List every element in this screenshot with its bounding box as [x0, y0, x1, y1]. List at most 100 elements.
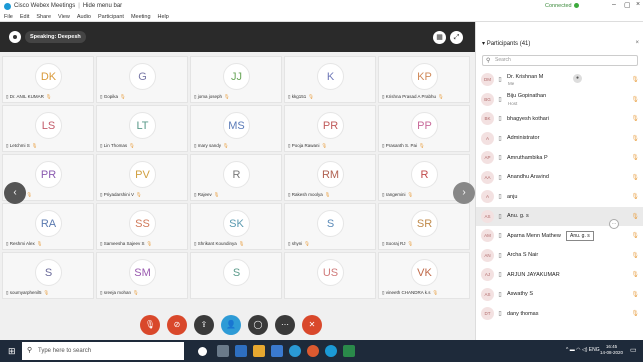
video-tile[interactable]: PR ▯ Pooja Rawani 🎙 [284, 105, 376, 152]
speaker-bar: Speaking: Deepesh ▦ ⤢ [0, 22, 475, 52]
video-tile[interactable]: SK ▯ Shrikant Koundinya 🎙 [190, 203, 282, 250]
app-icon[interactable] [343, 345, 355, 357]
notifications-icon[interactable]: ▭ [630, 346, 637, 354]
participant-row[interactable]: AP ▯ Amruthambika P 🎙 [476, 148, 643, 168]
video-tile[interactable]: SR ▯ Sooraj RJ 🎙 [378, 203, 470, 250]
video-tile[interactable]: S ▯ soumyarphenil5 🎙 [2, 252, 94, 299]
menu-help[interactable]: Help [158, 14, 169, 20]
participant-row[interactable]: AA ▯ Anandhu Aravind 🎙 [476, 168, 643, 188]
participant-row[interactable]: DM ▯ Dr. Krishnan M Me 🎙 [476, 70, 643, 90]
video-tile[interactable]: RA ▯ Reshmi Alex 🎙 [2, 203, 94, 250]
mic-muted-icon[interactable]: 🎙 [631, 154, 639, 161]
store-icon[interactable] [271, 345, 283, 357]
windows-taskbar: ⊞ ⚲ Type here to search ^ ▬ ◠ ◁) ENG 16:4… [0, 340, 643, 362]
participant-row[interactable]: AN ▯ Archa S Nair 🎙 [476, 246, 643, 266]
start-windows-icon[interactable]: ⊞ [8, 346, 18, 356]
chrome-icon[interactable] [307, 345, 319, 357]
mic-muted-icon: 🎙 [238, 241, 245, 246]
video-tile[interactable]: S ▯ shyni 🎙 [284, 203, 376, 250]
participant-row[interactable]: BK ▯ bhagyesh kothari 🎙 [476, 109, 643, 129]
clock[interactable]: 16:45 14-08-2020 [600, 344, 623, 356]
video-tile[interactable]: MS ▯ mary sandy 🎙 [190, 105, 282, 152]
minimize-button[interactable]: – [612, 1, 616, 8]
video-tile[interactable]: R ▯ Rajeev 🎙 [190, 154, 282, 201]
hide-menu-bar-link[interactable]: Hide menu bar [83, 3, 122, 9]
video-tile[interactable]: S [190, 252, 282, 299]
task-view-icon[interactable] [217, 345, 229, 357]
participant-search-input[interactable]: ⚲ Search [482, 55, 638, 66]
participant-row[interactable]: A ▯ anju 🎙 [476, 187, 643, 207]
mic-muted-icon[interactable]: 🎙 [631, 193, 639, 200]
video-tile[interactable]: PP ▯ Prasanth S. Pai 🎙 [378, 105, 470, 152]
video-tile[interactable]: K ▯ kkg151 🎙 [284, 56, 376, 103]
video-tile[interactable]: PV ▯ Priyadarshini V 🎙 [96, 154, 188, 201]
chat-button[interactable]: ◯ [248, 315, 268, 335]
menu-participant[interactable]: Participant [98, 14, 124, 20]
mic-muted-icon[interactable]: 🎙 [631, 174, 639, 181]
menu-view[interactable]: View [58, 14, 70, 20]
video-tile[interactable]: LT ▯ Lin Thomas 🎙 [96, 105, 188, 152]
webex-logo-icon [4, 2, 11, 10]
participant-row[interactable]: DT ▯ dany thomas 🎙 [476, 304, 643, 324]
menu-share[interactable]: Share [36, 14, 51, 20]
participant-avatar: R [411, 161, 438, 188]
participant-row[interactable]: AJ ▯ ARJUN JAYAKUMAR 🎙 [476, 265, 643, 285]
participant-row[interactable]: BG ▯ Biju Gopinathan Host 🎙 [476, 90, 643, 110]
mic-muted-icon[interactable]: 🎙 [631, 76, 639, 83]
menu-file[interactable]: File [4, 14, 13, 20]
taskbar-search-input[interactable]: ⚲ Type here to search [22, 342, 184, 360]
share-button[interactable]: ⇪ [194, 315, 214, 335]
video-tile[interactable]: SS ▯ Sameesha Sajeev S 🎙 [96, 203, 188, 250]
device-icon: ▯ [498, 213, 502, 220]
video-tile[interactable]: DK ▯ Dr. ANIL KUMAR 🎙 [2, 56, 94, 103]
mic-muted-icon[interactable]: 🎙 [631, 115, 639, 122]
next-page-button[interactable]: › [453, 182, 475, 204]
end-call-button[interactable]: ✕ [302, 315, 322, 335]
mic-muted-icon[interactable]: 🎙 [631, 96, 639, 103]
participant-row[interactable]: A ▯ Administrator 🎙 [476, 129, 643, 149]
participants-button[interactable]: 👤 [221, 315, 241, 335]
mic-muted-icon[interactable]: 🎙 [631, 271, 639, 278]
video-tile[interactable]: LS ▯ Letchmi S 🎙 [2, 105, 94, 152]
more-button[interactable]: ⋯ [275, 315, 295, 335]
mic-muted-icon[interactable]: 🎙 [631, 213, 639, 220]
video-tile[interactable]: SM ▯ sreeja mohan 🎙 [96, 252, 188, 299]
menu-meeting[interactable]: Meeting [131, 14, 151, 20]
tile-name-text: vineeth CHANDRA k.s [385, 290, 431, 295]
close-panel-icon[interactable]: × [635, 40, 639, 46]
mic-muted-button[interactable]: 🎙 [140, 315, 160, 335]
tile-name-label: ▯ kkg151 🎙 [288, 94, 314, 100]
menu-edit[interactable]: Edit [20, 14, 29, 20]
video-tile[interactable]: KP ▯ Krishna Prasad A Prabhu 🎙 [378, 56, 470, 103]
connection-status[interactable]: Connected [545, 3, 579, 9]
file-explorer-icon[interactable] [235, 345, 247, 357]
video-tile[interactable]: VK ▯ vineeth CHANDRA k.s 🎙 [378, 252, 470, 299]
grid-layout-icon[interactable]: ▦ [433, 31, 446, 44]
menu-audio[interactable]: Audio [77, 14, 91, 20]
mic-muted-icon[interactable]: 🎙 [631, 135, 639, 142]
edge-icon[interactable] [289, 345, 301, 357]
mic-muted-icon[interactable]: 🎙 [631, 232, 639, 239]
prev-page-button[interactable]: ‹ [4, 182, 26, 204]
mic-muted-icon[interactable]: 🎙 [631, 291, 639, 298]
folder-icon[interactable] [253, 345, 265, 357]
cortana-icon[interactable] [198, 347, 207, 356]
video-off-button[interactable]: ⊘ [167, 315, 187, 335]
participant-more-button[interactable]: ⋯ [609, 219, 619, 229]
close-window-button[interactable]: × [636, 1, 640, 8]
mic-muted-icon: 🎙 [133, 290, 139, 295]
mic-muted-icon[interactable]: 🎙 [631, 310, 639, 317]
self-status-icon[interactable]: ● [573, 74, 582, 83]
video-tile[interactable]: US [284, 252, 376, 299]
maximize-button[interactable]: ▢ [624, 1, 631, 9]
video-tile[interactable]: RM ▯ Rakesh moolya 🎙 [284, 154, 376, 201]
participant-row[interactable]: AM ▯ Aparna Menn Mathew 🎙 [476, 226, 643, 246]
video-tile[interactable]: JJ ▯ joma joseph 🎙 [190, 56, 282, 103]
participant-row[interactable]: AS ▯ Aswathy S 🎙 [476, 285, 643, 305]
mic-muted-icon[interactable]: 🎙 [631, 252, 639, 259]
video-tile[interactable]: G ▯ Gopika 🎙 [96, 56, 188, 103]
webex-taskbar-icon[interactable] [325, 345, 337, 357]
system-tray[interactable]: ^ ▬ ◠ ◁) ENG [566, 347, 600, 353]
tile-name-text: Sameesha Sajeev S [103, 241, 145, 246]
fullscreen-icon[interactable]: ⤢ [450, 31, 463, 44]
